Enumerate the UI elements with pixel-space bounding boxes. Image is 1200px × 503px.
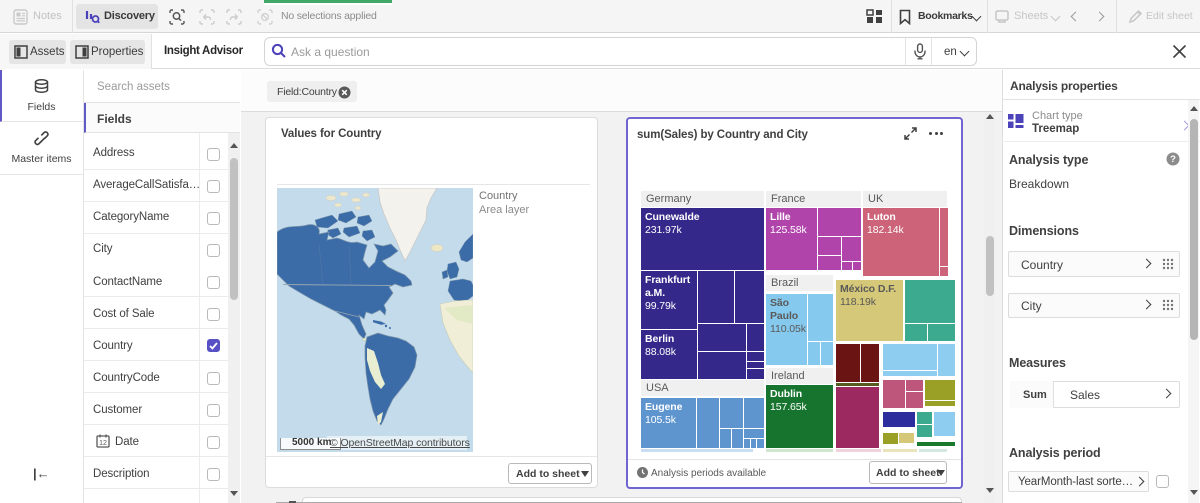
svg-text:?: ? [1170, 154, 1176, 165]
svg-text:12: 12 [99, 440, 107, 447]
